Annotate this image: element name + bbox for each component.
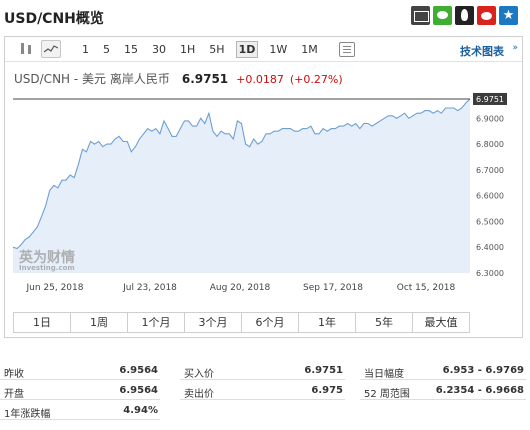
stat-label: 52 周范围 <box>364 389 410 400</box>
range-1y[interactable]: 1年 <box>299 313 356 332</box>
stat-label: 1年涨跌幅 <box>4 409 51 420</box>
y-tick-label: 6.5000 <box>476 217 504 226</box>
last-price-tag-label: 6.9751 <box>476 95 504 104</box>
stat-value: 6.975 <box>311 385 343 396</box>
y-tick-label: 6.3000 <box>476 269 504 278</box>
y-tick-label: 6.4000 <box>476 243 504 252</box>
stat-value: 4.94% <box>123 405 158 416</box>
range-3m[interactable]: 3个月 <box>185 313 242 332</box>
favorite-icon[interactable]: ★ <box>499 6 518 25</box>
watermark-domain: Investing.com <box>19 264 75 272</box>
stat-label: 卖出价 <box>184 389 214 400</box>
stat-label: 买入价 <box>184 369 214 380</box>
range-6m[interactable]: 6个月 <box>242 313 299 332</box>
stat-value: 6.9751 <box>304 365 343 376</box>
page-title: USD/CNH概览 <box>4 11 104 27</box>
stat-52week-range: 52 周范围 6.2354 - 6.9668 <box>360 382 526 400</box>
x-tick-label: Oct 15, 2018 <box>397 283 456 293</box>
y-tick-label: 6.9000 <box>476 114 504 123</box>
range-max[interactable]: 最大值 <box>413 313 469 332</box>
price-chart[interactable]: 6.3000 6.4000 6.5000 6.6000 6.7000 6.8000 6.90… <box>5 37 522 307</box>
stat-label: 开盘 <box>4 389 24 400</box>
stat-value: 6.9564 <box>119 385 158 396</box>
wechat-icon[interactable] <box>433 6 452 25</box>
stat-day-range: 当日幅度 6.953 - 6.9769 <box>360 362 526 380</box>
range-1m[interactable]: 1个月 <box>128 313 185 332</box>
chart-panel: 1 5 15 30 1H 5H 1D 1W 1M 技术图表 » USD/CNH … <box>4 36 523 338</box>
share-bar: ★ <box>411 6 518 25</box>
stat-open: 开盘 6.9564 <box>0 382 160 400</box>
x-tick-label: Sep 17, 2018 <box>303 283 363 293</box>
stat-ask: 卖出价 6.975 <box>180 382 345 400</box>
stat-value: 6.953 - 6.9769 <box>442 365 524 376</box>
range-1w[interactable]: 1周 <box>71 313 128 332</box>
stat-prev-close: 昨收 6.9564 <box>0 362 160 380</box>
stat-year-change: 1年涨跌幅 4.94% <box>0 402 160 420</box>
stat-value: 6.9564 <box>119 365 158 376</box>
y-tick-label: 6.7000 <box>476 166 504 175</box>
weibo-icon[interactable] <box>477 6 496 25</box>
x-tick-label: Jun 25, 2018 <box>25 283 83 293</box>
stat-value: 6.2354 - 6.9668 <box>435 385 524 396</box>
range-5y[interactable]: 5年 <box>356 313 413 332</box>
mail-icon[interactable] <box>411 6 430 25</box>
y-tick-label: 6.8000 <box>476 140 504 149</box>
range-1d[interactable]: 1日 <box>14 313 71 332</box>
range-selector: 1日 1周 1个月 3个月 6个月 1年 5年 最大值 <box>13 312 470 333</box>
stat-label: 昨收 <box>4 369 24 380</box>
y-tick-label: 6.6000 <box>476 192 504 201</box>
qq-icon[interactable] <box>455 6 474 25</box>
x-tick-label: Aug 20, 2018 <box>210 283 271 293</box>
x-tick-label: Jul 23, 2018 <box>122 283 177 293</box>
stat-bid: 买入价 6.9751 <box>180 362 345 380</box>
stat-label: 当日幅度 <box>364 369 404 380</box>
